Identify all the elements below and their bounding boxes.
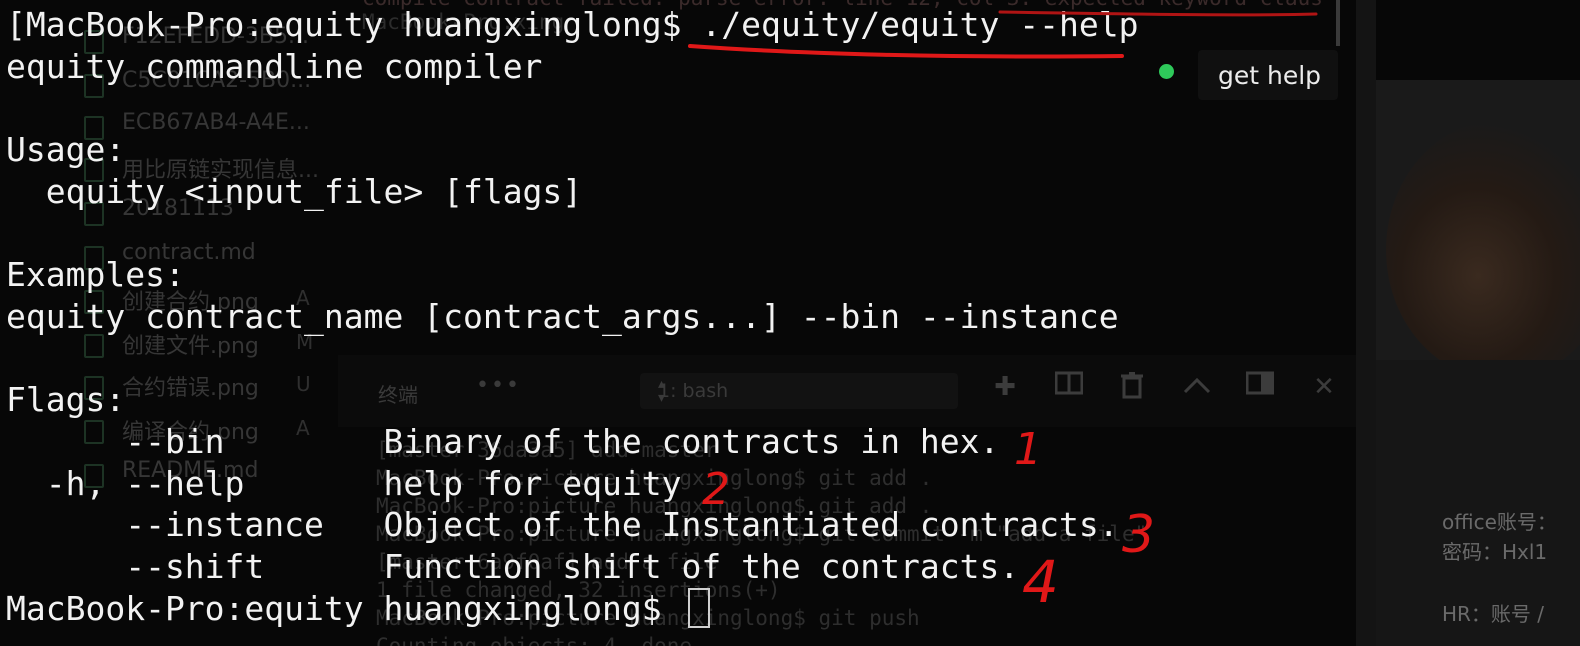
- underline-command: [688, 44, 1124, 59]
- annotation-number: 1: [1014, 424, 1042, 475]
- annotation-numbers: 1 2 3 4: [702, 424, 1155, 616]
- strikeline-error: [998, 10, 1318, 17]
- annotation-number: 2: [702, 464, 730, 515]
- screen: compile contract failed: parse error: li…: [0, 0, 1580, 646]
- annotation-number: 4: [1022, 548, 1059, 616]
- annotation-number: 3: [1122, 505, 1155, 565]
- red-annotations: 1 2 3 4: [688, 10, 1318, 616]
